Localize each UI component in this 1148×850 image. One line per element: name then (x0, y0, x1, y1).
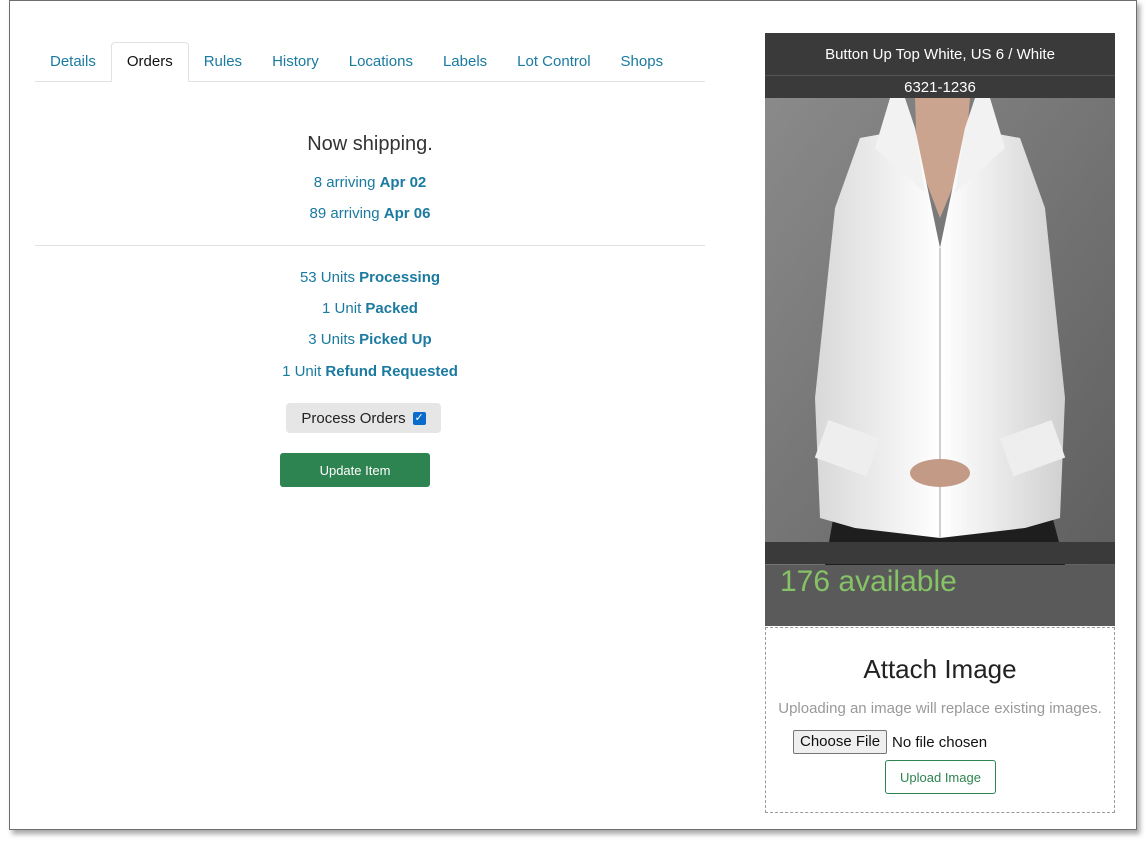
section-divider (35, 245, 705, 246)
update-item-button[interactable]: Update Item (280, 453, 430, 487)
product-image-band (765, 542, 1115, 564)
app-window: Details Orders Rules History Locations L… (9, 0, 1137, 830)
product-card: Button Up Top White, US 6 / White 6321-1… (765, 33, 1115, 626)
attach-image-title: Attach Image (863, 654, 1017, 684)
arrival-date: Apr 02 (379, 174, 427, 191)
status-link-refund-requested[interactable]: 1 Unit Refund Requested (35, 363, 705, 380)
file-status: No file chosen (892, 733, 988, 751)
status-link-packed[interactable]: 1 Unit Packed (35, 300, 705, 317)
process-orders-checkbox[interactable]: ✓ (412, 411, 426, 425)
product-sku: 6321-1236 (765, 75, 1115, 99)
product-title: Button Up Top White, US 6 / White (765, 33, 1115, 75)
status-count: 3 Units (308, 331, 355, 348)
tab-shops[interactable]: Shops (606, 43, 679, 81)
attach-image-help: Uploading an image will replace existing… (778, 700, 1102, 717)
status-count: 1 Unit (282, 363, 322, 380)
attach-image-panel: Attach Image Uploading an image will rep… (765, 627, 1115, 813)
arrival-date: Apr 06 (383, 205, 431, 222)
arrival-qty: 8 arriving (313, 174, 376, 191)
status-link-processing[interactable]: 53 Units Processing (35, 269, 705, 286)
product-image (765, 98, 1115, 565)
shipping-title: Now shipping. (307, 133, 433, 155)
tab-rules[interactable]: Rules (189, 43, 257, 81)
status-link-picked-up[interactable]: 3 Units Picked Up (35, 331, 705, 348)
upload-image-button[interactable]: Upload Image (885, 760, 996, 794)
arrival-link[interactable]: 8 arriving Apr 02 (35, 174, 705, 191)
arrival-link[interactable]: 89 arriving Apr 06 (35, 205, 705, 222)
status-label: Packed (365, 300, 418, 317)
status-label: Picked Up (359, 331, 432, 348)
status-count: 53 Units (299, 269, 355, 286)
process-orders-toggle[interactable]: Process Orders ✓ (286, 403, 441, 433)
choose-file-button[interactable]: Choose File (793, 730, 888, 754)
status-label: Refund Requested (325, 363, 458, 380)
product-photo-illustration (765, 98, 1115, 565)
status-count: 1 Unit (322, 300, 362, 317)
tab-lot-control[interactable]: Lot Control (502, 43, 605, 81)
tab-history[interactable]: History (257, 43, 334, 81)
status-label: Processing (359, 269, 441, 286)
tab-orders[interactable]: Orders (110, 42, 189, 82)
tab-details[interactable]: Details (35, 43, 111, 81)
tab-labels[interactable]: Labels (428, 43, 502, 81)
tab-bar: Details Orders Rules History Locations L… (35, 42, 705, 82)
process-orders-label: Process Orders (301, 409, 406, 427)
tab-locations[interactable]: Locations (334, 43, 428, 81)
file-input[interactable]: Choose File No file chosen (793, 730, 987, 754)
arrival-qty: 89 arriving (309, 205, 380, 222)
available-count: 176 available (780, 565, 957, 598)
